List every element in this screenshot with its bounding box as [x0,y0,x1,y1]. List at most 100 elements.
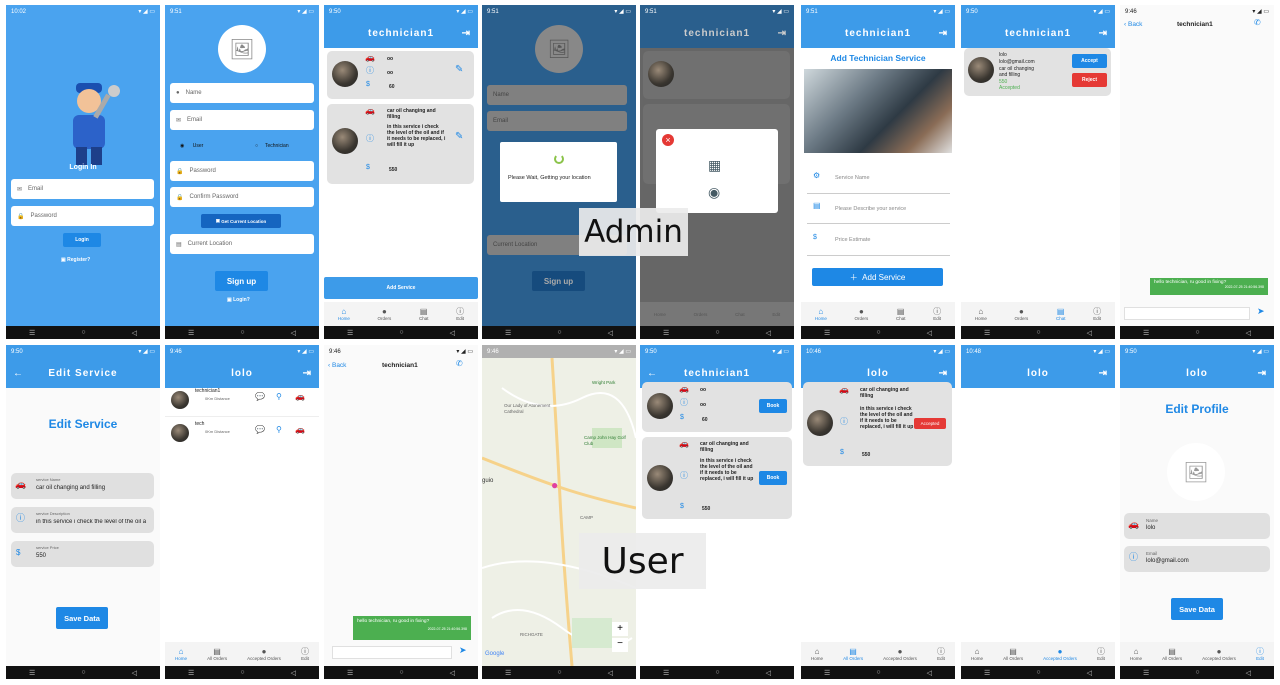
password-field[interactable]: 🔒 Password [170,161,314,181]
location-pin-icon[interactable]: ⚲ [276,426,282,434]
logout-icon[interactable]: ⇥ [1258,368,1267,379]
technician-row[interactable]: technician1 0Km Distance 💬 ⚲ 🚗 [165,385,319,417]
get-location-button[interactable]: ▣ Get Current Location [201,214,281,228]
nav-edit[interactable]: ⓘ Edit [456,307,464,321]
home-icon[interactable]: ○ [240,329,244,336]
confirm-password-field[interactable]: 🔒 Confirm Password [170,187,314,207]
home-icon[interactable]: ○ [876,669,880,676]
home-icon[interactable]: ○ [1195,669,1199,676]
send-icon[interactable]: ➤ [1257,307,1265,316]
camera-icon[interactable]: ◉ [708,184,720,201]
location-field[interactable]: ▤ Current Location [170,234,314,254]
recents-icon[interactable]: ☰ [984,669,990,677]
recents-icon[interactable]: ☰ [1143,669,1149,677]
recents-icon[interactable]: ☰ [29,669,35,677]
nav-home[interactable]: ⌂ Home [811,647,823,661]
nav-chat[interactable]: ▤ Chat [1056,307,1066,321]
book-button[interactable]: Book [759,471,787,485]
phone-icon[interactable]: ✆ [456,360,463,368]
signup-button[interactable]: Sign up [215,271,268,291]
recents-icon[interactable]: ☰ [188,669,194,677]
back-icon[interactable]: ◁ [450,669,455,677]
nav-all-orders[interactable]: ▤ All Orders [1162,647,1182,661]
nav-edit[interactable]: ⓘ Edit [937,647,945,661]
location-pin-icon[interactable]: ⚲ [276,393,282,401]
user-radio[interactable]: ◉ User [180,143,203,149]
nav-edit[interactable]: ⓘ Edit [301,647,309,661]
logout-icon[interactable]: ⇥ [1099,368,1108,379]
car-icon[interactable]: 🚗 [295,393,305,401]
accept-button[interactable]: Accept [1072,54,1107,68]
register-link[interactable]: ▣ Register? [61,257,90,263]
nav-orders[interactable]: ● Orders [1015,307,1029,321]
nav-home[interactable]: ⌂ Home [971,647,983,661]
avatar-picker[interactable]: 🖼 [218,25,266,73]
back-icon[interactable]: ◁ [291,669,296,677]
name-field[interactable]: ● Name [170,83,314,103]
back-icon[interactable]: ◁ [132,329,137,337]
back-button[interactable]: ‹ Back [328,362,346,369]
book-button[interactable]: Book [759,399,787,413]
home-icon[interactable]: ○ [715,329,719,336]
home-icon[interactable]: ○ [240,669,244,676]
back-icon[interactable]: ◁ [927,329,932,337]
home-icon[interactable]: ○ [81,329,85,336]
avatar-picker[interactable]: 🖼 [1167,443,1225,501]
car-icon[interactable]: 🚗 [295,426,305,434]
message-input[interactable] [332,646,452,659]
recents-icon[interactable]: ☰ [663,329,669,337]
nav-edit[interactable]: ⓘ Edit [1093,307,1101,321]
phone-icon[interactable]: ✆ [1254,19,1261,27]
edit-icon[interactable]: ✎ [455,132,463,142]
recents-icon[interactable]: ☰ [984,329,990,337]
nav-chat[interactable]: ▤ Chat [896,307,906,321]
recents-icon[interactable]: ☰ [347,329,353,337]
login-link[interactable]: ▣ Login? [227,297,250,303]
close-icon[interactable]: × [662,134,674,146]
add-service-button[interactable]: ＋ Add Service [812,268,943,286]
home-icon[interactable]: ○ [399,669,403,676]
save-data-button[interactable]: Save Data [1171,598,1223,620]
nav-all-orders[interactable]: ▤ All Orders [207,647,227,661]
zoom-in-button[interactable]: + [612,622,628,636]
reject-button[interactable]: Reject [1072,73,1107,87]
back-icon[interactable]: ◁ [1246,329,1251,337]
service-name-input[interactable]: Service Name [835,175,870,181]
nav-home[interactable]: ⌂ Home [175,647,187,661]
nav-home[interactable]: ⌂ Home [338,307,350,321]
name-field[interactable]: 🚗 Name lolo [1124,513,1270,539]
edit-icon[interactable]: ✎ [455,65,463,75]
recents-icon[interactable]: ☰ [505,329,511,337]
nav-home[interactable]: ⌂ Home [815,307,827,321]
recents-icon[interactable]: ☰ [824,669,830,677]
arrow-left-icon[interactable]: ← [647,368,658,379]
back-icon[interactable]: ◁ [1246,669,1251,677]
back-icon[interactable]: ◁ [608,669,613,677]
recents-icon[interactable]: ☰ [663,669,669,677]
service-price-field[interactable]: $ service Price 550 [11,541,154,567]
add-service-button[interactable]: Add Service [324,277,478,299]
arrow-left-icon[interactable]: ← [13,368,24,379]
back-icon[interactable]: ◁ [1087,669,1092,677]
nav-accepted-orders[interactable]: ● Accepted Orders [883,647,917,661]
nav-edit[interactable]: ⓘ Edit [1256,647,1264,661]
home-icon[interactable]: ○ [557,669,561,676]
send-icon[interactable]: ➤ [459,646,467,655]
recents-icon[interactable]: ☰ [188,329,194,337]
nav-accepted-orders[interactable]: ● Accepted Orders [1202,647,1236,661]
recents-icon[interactable]: ☰ [347,669,353,677]
back-icon[interactable]: ◁ [608,329,613,337]
back-icon[interactable]: ◁ [291,329,296,337]
home-icon[interactable]: ○ [399,329,403,336]
email-field[interactable]: ⓘ Email lolo@gmail.com [1124,546,1270,572]
back-icon[interactable]: ◁ [927,669,932,677]
nav-orders[interactable]: ● Orders [378,307,392,321]
password-field[interactable]: 🔒 Password [11,206,154,226]
nav-home[interactable]: ⌂ Home [1130,647,1142,661]
nav-all-orders[interactable]: ▤ All Orders [1003,647,1023,661]
recents-icon[interactable]: ☰ [505,669,511,677]
recents-icon[interactable]: ☰ [29,329,35,337]
service-desc-field[interactable]: ⓘ service Description in this service i … [11,507,154,533]
recents-icon[interactable]: ☰ [824,329,830,337]
home-icon[interactable]: ○ [557,329,561,336]
